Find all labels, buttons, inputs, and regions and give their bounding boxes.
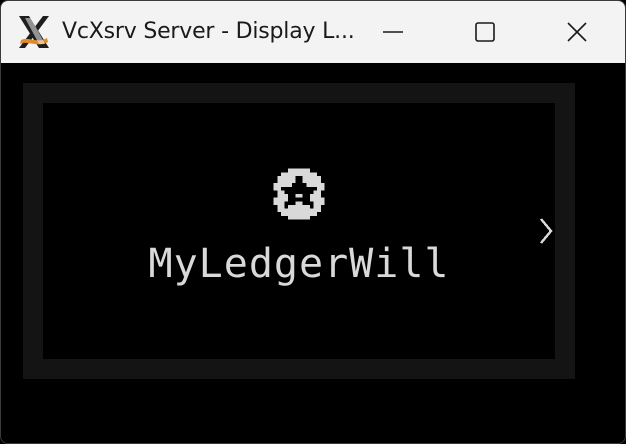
display-client-area: MyLedgerWill — [1, 63, 625, 443]
device-wordmark: MyLedgerWill — [148, 241, 450, 287]
maximize-button[interactable] — [439, 1, 531, 63]
minimize-button[interactable] — [347, 1, 439, 63]
window-title: VcXsrv Server - Display L... — [62, 19, 355, 44]
minimize-icon — [383, 31, 403, 33]
next-arrow-button[interactable] — [535, 213, 559, 249]
close-icon — [567, 22, 587, 42]
device-screen[interactable]: MyLedgerWill — [43, 103, 555, 359]
app-window: VcXsrv Server - Display L... MyLedgerWil… — [0, 0, 626, 444]
close-button[interactable] — [531, 1, 623, 63]
device-frame: MyLedgerWill — [23, 83, 575, 379]
chevron-right-icon — [540, 218, 553, 244]
maximize-icon — [475, 22, 495, 42]
title-bar[interactable]: VcXsrv Server - Display L... — [1, 1, 625, 63]
x-logo-icon — [15, 14, 53, 50]
star-badge-icon — [270, 165, 328, 223]
